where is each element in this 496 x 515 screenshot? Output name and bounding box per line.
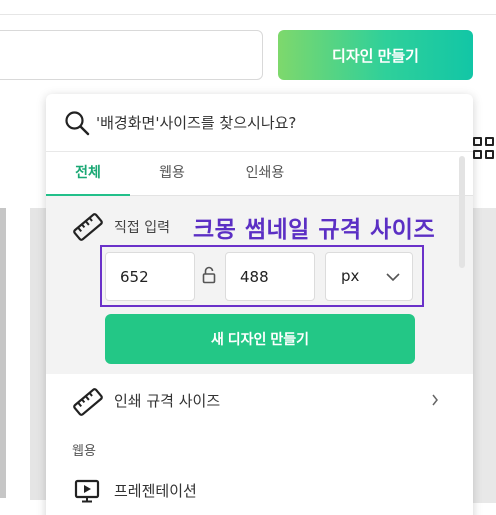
presentation-item[interactable]: 프레젠테이션 bbox=[46, 472, 473, 508]
presentation-label: 프레젠테이션 bbox=[114, 482, 197, 500]
web-section-heading: 웹용 bbox=[72, 444, 96, 459]
annotation-caption: 크몽 썸네일 규격 사이즈 bbox=[193, 217, 436, 243]
chevron-down-icon bbox=[386, 273, 400, 282]
background-card bbox=[0, 208, 6, 498]
app-screen: 디자인 만들기 전체 웹용 인쇄용 bbox=[0, 0, 496, 515]
aspect-lock-icon[interactable] bbox=[202, 266, 216, 284]
presentation-icon bbox=[74, 479, 100, 503]
background-search-box[interactable] bbox=[0, 30, 263, 80]
width-input[interactable] bbox=[105, 252, 195, 301]
size-tabs: 전체 웹용 인쇄용 bbox=[46, 152, 473, 196]
tab-all[interactable]: 전체 bbox=[46, 152, 130, 196]
chevron-right-icon bbox=[432, 394, 438, 406]
divider bbox=[0, 14, 496, 15]
background-card bbox=[30, 208, 46, 500]
size-search-bar bbox=[46, 94, 473, 152]
height-input[interactable] bbox=[225, 252, 315, 301]
grid-view-icon[interactable] bbox=[473, 137, 496, 161]
size-search-input[interactable] bbox=[96, 108, 456, 138]
unit-select[interactable]: px bbox=[325, 252, 413, 301]
new-design-button[interactable]: 새 디자인 만들기 bbox=[105, 314, 415, 364]
ruler-icon bbox=[73, 213, 103, 241]
create-design-button[interactable]: 디자인 만들기 bbox=[278, 30, 473, 80]
ruler-icon bbox=[73, 388, 103, 416]
size-dropdown-panel: 전체 웹용 인쇄용 직접 입력 px bbox=[46, 94, 473, 515]
tab-web[interactable]: 웹용 bbox=[142, 152, 202, 196]
print-sizes-item[interactable]: 인쇄 규격 사이즈 bbox=[46, 374, 473, 424]
scrollbar-thumb[interactable] bbox=[459, 156, 465, 268]
search-icon bbox=[65, 111, 90, 136]
print-sizes-label: 인쇄 규격 사이즈 bbox=[114, 392, 221, 410]
unit-value: px bbox=[341, 267, 360, 285]
tab-print[interactable]: 인쇄용 bbox=[229, 152, 301, 196]
background-card bbox=[473, 208, 496, 503]
custom-size-label: 직접 입력 bbox=[114, 220, 170, 236]
